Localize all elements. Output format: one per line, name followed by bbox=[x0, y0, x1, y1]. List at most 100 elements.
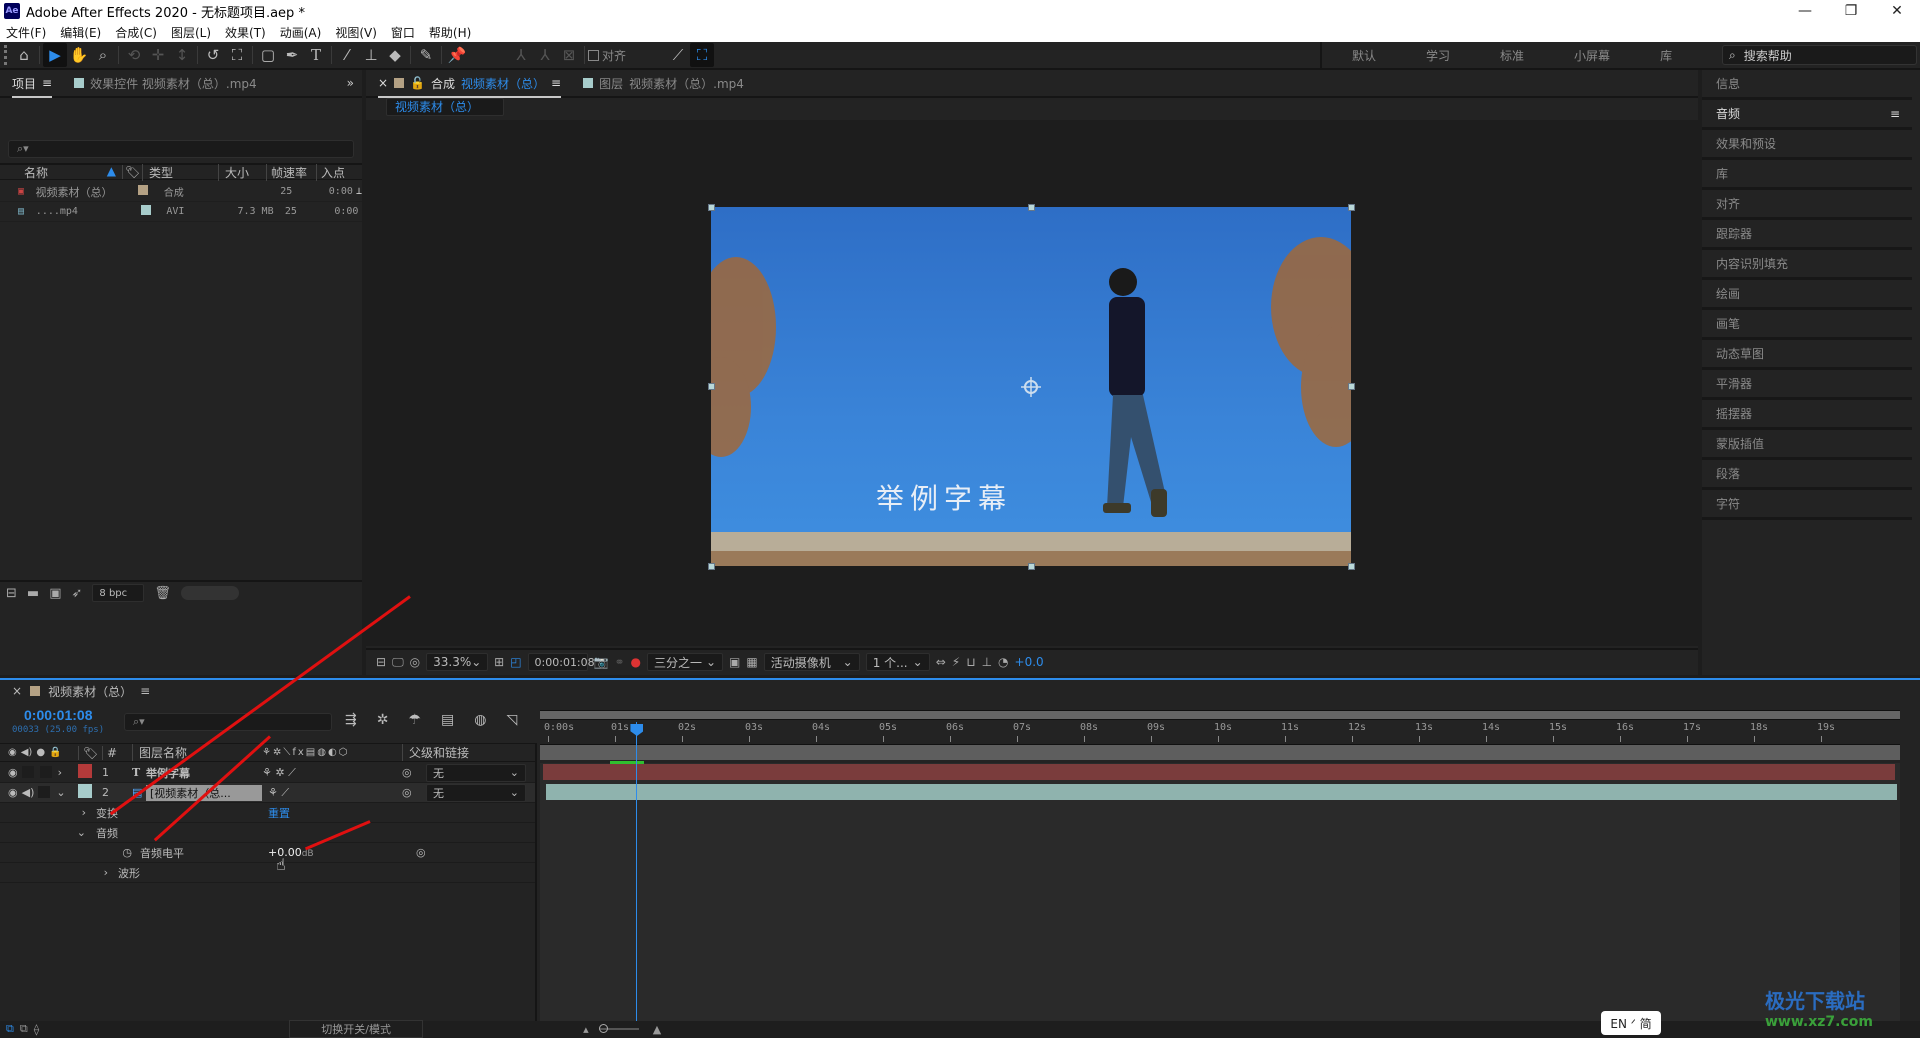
close-tab-icon[interactable]: × bbox=[12, 684, 22, 698]
tab-composition[interactable]: × 🔓 合成 视频素材（总） ≡ bbox=[378, 75, 562, 98]
pick-whip-icon[interactable]: ◎ bbox=[402, 766, 426, 779]
comp-breadcrumb[interactable]: 视频素材（总） bbox=[386, 98, 504, 116]
pan-camera-icon[interactable]: ✛ bbox=[146, 43, 170, 67]
snap-features-icon[interactable]: ⛶ bbox=[690, 43, 715, 67]
current-time[interactable]: 0:00:01:08 bbox=[24, 707, 93, 723]
snapshot-icon[interactable]: 📷 bbox=[594, 655, 609, 669]
selection-tool-icon[interactable]: ▶ bbox=[43, 43, 67, 67]
zoom-tool-icon[interactable]: ⌕ bbox=[91, 43, 115, 67]
time-navigator[interactable] bbox=[540, 710, 1900, 720]
help-search-input[interactable]: ⌕ 搜索帮助 bbox=[1722, 45, 1917, 65]
parent-dropdown[interactable]: 无 ⌄ bbox=[426, 763, 526, 782]
transfer-controls-icon[interactable]: ⧉ bbox=[20, 1022, 28, 1036]
fast-preview-icon[interactable]: ▣ bbox=[729, 655, 740, 669]
workspace-learn[interactable]: 学习 bbox=[1426, 47, 1450, 64]
workspace-standard[interactable]: 标准 bbox=[1500, 47, 1524, 64]
dolly-camera-icon[interactable]: ↕ bbox=[170, 43, 194, 67]
toggle-pixel-aspect-icon[interactable]: ⇔ bbox=[936, 655, 946, 669]
bit-depth-button[interactable]: 8 bpc bbox=[92, 584, 145, 602]
orbit-camera-icon[interactable]: ⟲ bbox=[122, 43, 146, 67]
zoom-slider[interactable] bbox=[598, 1024, 639, 1033]
layer-row[interactable]: ◉◀)⌄ 2 ▤ [视频素材（总... ⚘ ⟋ ◎ 无⌄ bbox=[0, 783, 535, 803]
eye-icon[interactable]: ◉ bbox=[8, 786, 18, 799]
expand-chevron-icon[interactable]: › bbox=[0, 866, 118, 879]
snap-options-icon[interactable]: ⟋ bbox=[666, 43, 690, 67]
panel-brushes[interactable]: 画笔 bbox=[1702, 310, 1912, 340]
menu-layer[interactable]: 图层(L) bbox=[171, 24, 211, 41]
label-tag-icon[interactable]: 🏷 bbox=[78, 745, 102, 760]
stopwatch-icon[interactable]: ◷ bbox=[0, 846, 140, 859]
zoom-in-icon[interactable]: ▲ bbox=[653, 1023, 661, 1036]
panel-content-aware-fill[interactable]: 内容识别填充 bbox=[1702, 250, 1912, 280]
lock-icon[interactable]: 🔓 bbox=[410, 76, 425, 90]
channel-icon[interactable]: ● bbox=[631, 655, 641, 669]
panel-info[interactable]: 信息 bbox=[1702, 70, 1912, 100]
show-snapshot-icon[interactable]: ⚭ bbox=[614, 655, 624, 669]
display-icon[interactable]: 🖵 bbox=[392, 655, 404, 670]
panel-smoother[interactable]: 平滑器 bbox=[1702, 370, 1912, 400]
zoom-out-icon[interactable]: ▴ bbox=[583, 1023, 589, 1036]
hand-tool-icon[interactable]: ✋ bbox=[67, 43, 91, 67]
project-item[interactable]: ▣ 视频素材（总） 合成 25 0:00 ⊥ bbox=[0, 182, 362, 202]
composition-frame[interactable]: 举例字幕 bbox=[711, 207, 1351, 566]
label-color-swatch[interactable] bbox=[78, 784, 92, 798]
column-fps[interactable]: 帧速率 bbox=[266, 163, 316, 181]
layer-switches[interactable]: ⚘ ✲ ⟋ bbox=[262, 766, 402, 780]
workspace-default[interactable]: 默认 bbox=[1352, 47, 1376, 64]
panel-effects-presets[interactable]: 效果和预设 bbox=[1702, 130, 1912, 160]
panel-overflow-icon[interactable]: » bbox=[347, 76, 354, 90]
puppet-pin-icon[interactable]: 📌 bbox=[445, 43, 469, 67]
project-item[interactable]: ▤ ....mp4 AVI 7.3 MB 25 0:00 bbox=[0, 202, 362, 222]
toggle-switches-modes-button[interactable]: 切换开关/模式 bbox=[289, 1020, 424, 1038]
camera-dropdown[interactable]: 活动摄像机 ⌄ bbox=[763, 653, 860, 671]
track-area[interactable] bbox=[540, 763, 1900, 1021]
panel-menu-icon[interactable]: ≡ bbox=[140, 684, 150, 698]
pick-whip-icon[interactable]: ◎ bbox=[402, 786, 426, 799]
playhead[interactable] bbox=[636, 722, 638, 1022]
property-row[interactable]: ⌄ 音频 bbox=[0, 823, 535, 843]
transform-handle[interactable] bbox=[708, 563, 715, 570]
pan-behind-icon[interactable]: ⛶ bbox=[225, 43, 249, 67]
reset-link[interactable]: 重置 bbox=[268, 805, 290, 821]
label-tag-icon[interactable]: 🏷 bbox=[122, 165, 142, 179]
panel-menu-icon[interactable]: ≡ bbox=[1890, 107, 1900, 121]
current-time-display[interactable]: 0:00:01:08 bbox=[527, 653, 595, 671]
menu-composition[interactable]: 合成(C) bbox=[115, 24, 157, 41]
thumbnail-slider[interactable] bbox=[180, 586, 239, 600]
menu-animation[interactable]: 动画(A) bbox=[280, 24, 322, 41]
transparency-grid-icon[interactable]: ▦ bbox=[746, 655, 757, 669]
caption-text[interactable]: 举例字幕 bbox=[876, 477, 1012, 517]
work-area-bar[interactable] bbox=[540, 744, 1900, 760]
clone-stamp-icon[interactable]: ⊥ bbox=[359, 43, 383, 67]
eraser-icon[interactable]: ◆ bbox=[383, 43, 407, 67]
flowchart-icon[interactable]: ⊥ bbox=[982, 655, 992, 669]
panel-mask-interpolation[interactable]: 蒙版插值 bbox=[1702, 430, 1912, 460]
always-preview-icon[interactable]: ⊟ bbox=[376, 655, 386, 669]
reset-exposure-icon[interactable]: ◔ bbox=[998, 655, 1008, 669]
label-color-swatch[interactable] bbox=[78, 764, 92, 778]
eye-icon[interactable]: ◉ bbox=[8, 766, 18, 779]
comp-mini-flowchart-icon[interactable]: ⇶ bbox=[345, 712, 357, 728]
brush-tool-icon[interactable]: ⁄ bbox=[335, 43, 359, 67]
layer-switches[interactable]: ⚘ ⟋ bbox=[262, 786, 402, 800]
property-row[interactable]: › 波形 bbox=[0, 863, 535, 883]
close-icon[interactable]: ✕ bbox=[1874, 0, 1920, 22]
menu-edit[interactable]: 编辑(E) bbox=[60, 24, 101, 41]
column-parent[interactable]: 父级和链接 bbox=[402, 744, 532, 761]
panel-wiggler[interactable]: 摇摆器 bbox=[1702, 400, 1912, 430]
parent-dropdown[interactable]: 无 ⌄ bbox=[426, 783, 526, 802]
tab-project[interactable]: 项目 ≡ bbox=[12, 75, 53, 98]
panel-align[interactable]: 对齐 bbox=[1702, 190, 1912, 220]
roto-brush-icon[interactable]: ✎ bbox=[414, 43, 438, 67]
collapse-chevron-icon[interactable]: ⌄ bbox=[56, 786, 65, 799]
column-size[interactable]: 大小 bbox=[218, 163, 266, 181]
frame-blending-icon[interactable]: ▤ bbox=[441, 712, 454, 728]
solo-toggle[interactable] bbox=[39, 766, 52, 778]
solo-toggle[interactable] bbox=[38, 786, 51, 798]
audio-level-value[interactable]: +0.00dB bbox=[268, 846, 416, 859]
panel-menu-icon[interactable]: ≡ bbox=[42, 76, 52, 90]
menu-help[interactable]: 帮助(H) bbox=[429, 24, 471, 41]
audio-toggle[interactable] bbox=[21, 766, 34, 778]
panel-tracker[interactable]: 跟踪器 bbox=[1702, 220, 1912, 250]
tab-effect-controls[interactable]: 效果控件 视频素材（总）.mp4 bbox=[74, 75, 257, 92]
